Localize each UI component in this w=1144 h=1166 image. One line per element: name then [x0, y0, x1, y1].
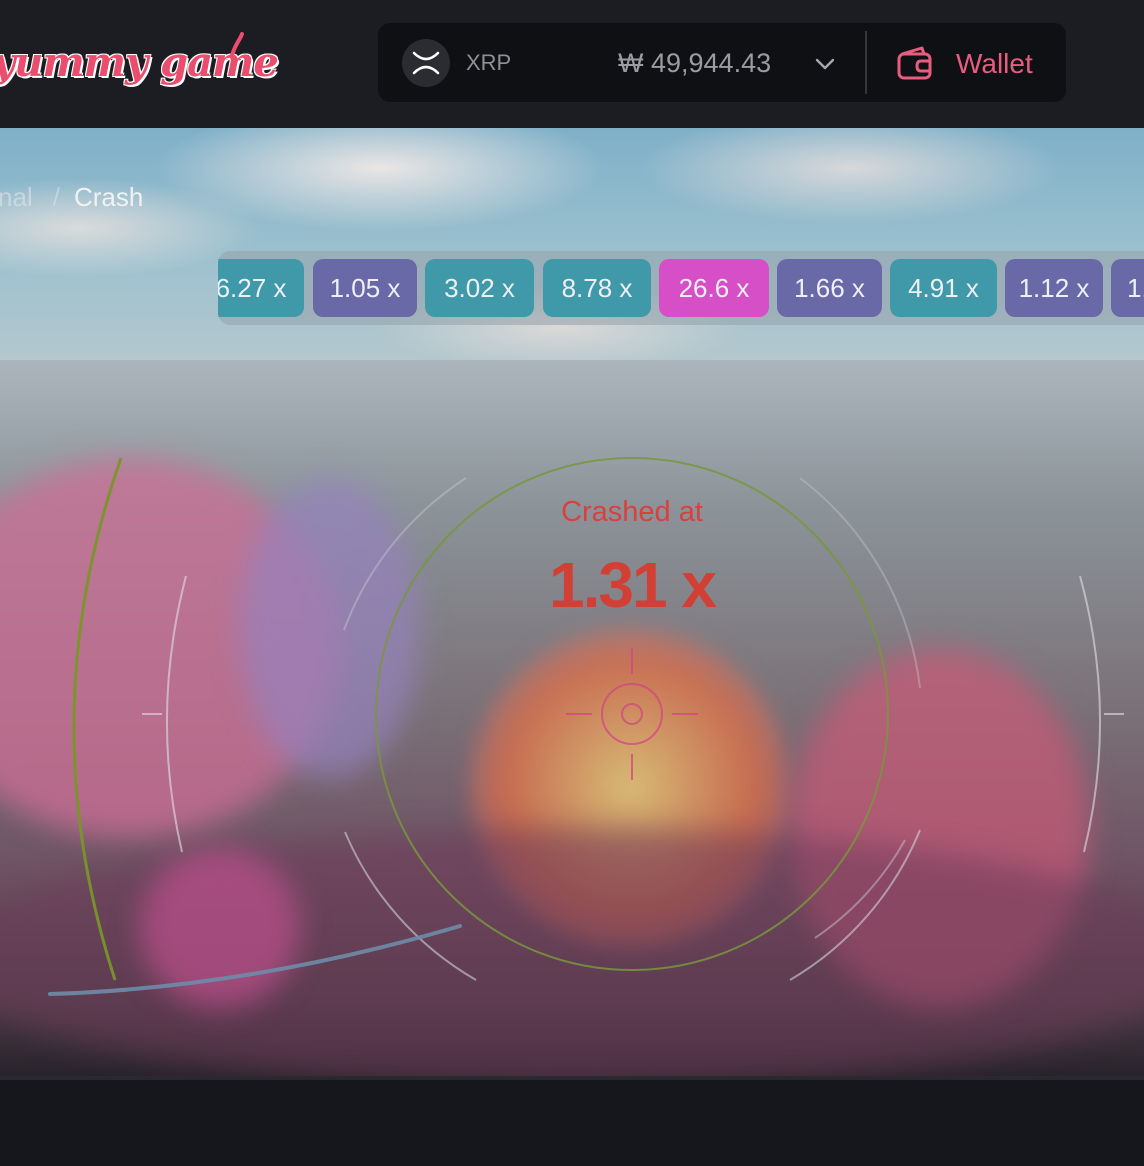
crosshair-icon — [566, 648, 698, 780]
logo-leaf-icon — [230, 32, 244, 58]
hud-outer-arc-bottom-left — [344, 831, 477, 981]
crash-game-scene: nal / Crash 6.27 x 1.05 x 3.02 x 8.78 x 26… — [0, 128, 1144, 1080]
chevron-down-icon[interactable] — [814, 53, 836, 75]
site-logo[interactable]: yummy game — [0, 28, 279, 98]
balance-panel: XRP ₩ 49,944.43 Wallet — [378, 23, 1066, 102]
top-header: yummy game XRP ₩ 49,944.43 Wallet — [0, 0, 1144, 128]
flight-trail — [48, 924, 462, 996]
bottom-panel — [0, 1080, 1144, 1166]
wallet-label: Wallet — [956, 48, 1033, 79]
hud-left-progress-arc — [72, 457, 123, 981]
currency-code[interactable]: XRP — [466, 50, 511, 76]
wallet-icon — [897, 46, 932, 80]
balance-divider — [865, 31, 867, 94]
balance-amount[interactable]: ₩ 49,944.43 — [618, 48, 771, 79]
wallet-button[interactable]: Wallet — [878, 23, 1066, 102]
xrp-icon[interactable] — [402, 39, 450, 87]
hud-inner-ring — [375, 457, 889, 971]
crash-multiplier: 1.31 x — [549, 549, 717, 621]
crash-status-label: Crashed at — [561, 496, 703, 528]
